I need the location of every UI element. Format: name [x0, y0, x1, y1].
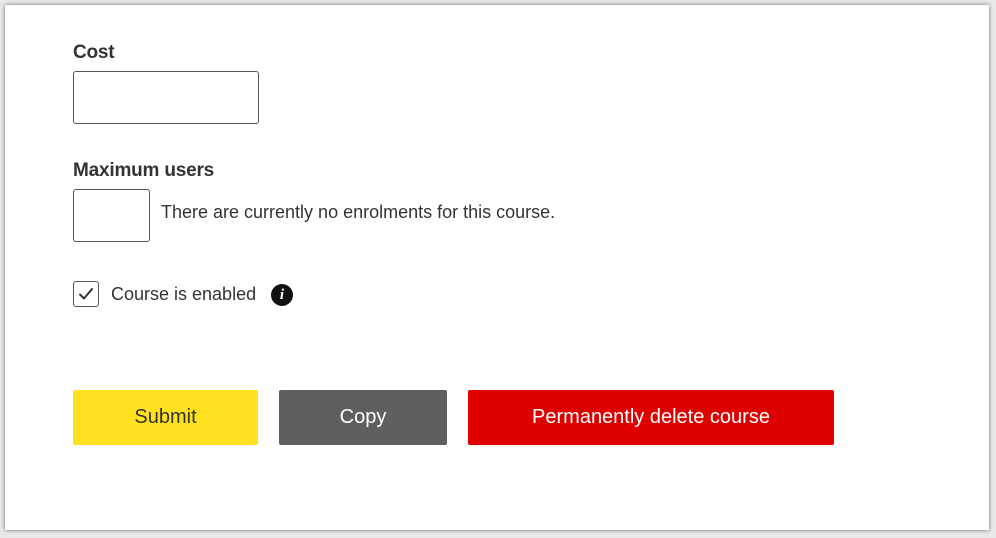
- cost-input[interactable]: [73, 71, 259, 124]
- delete-course-button[interactable]: Permanently delete course: [468, 390, 834, 445]
- max-users-label: Maximum users: [73, 160, 215, 181]
- copy-button[interactable]: Copy: [279, 390, 447, 445]
- course-enabled-checkbox[interactable]: [73, 281, 99, 307]
- cost-label: Cost: [73, 42, 115, 63]
- checkmark-icon: [79, 288, 93, 300]
- course-settings-panel: Cost Maximum users There are currently n…: [5, 5, 989, 530]
- course-enabled-label: Course is enabled: [111, 284, 257, 304]
- max-users-input[interactable]: [73, 189, 150, 242]
- submit-button[interactable]: Submit: [73, 390, 258, 445]
- info-icon[interactable]: i: [271, 284, 293, 306]
- enrolments-helper-text: There are currently no enrolments for th…: [161, 202, 556, 222]
